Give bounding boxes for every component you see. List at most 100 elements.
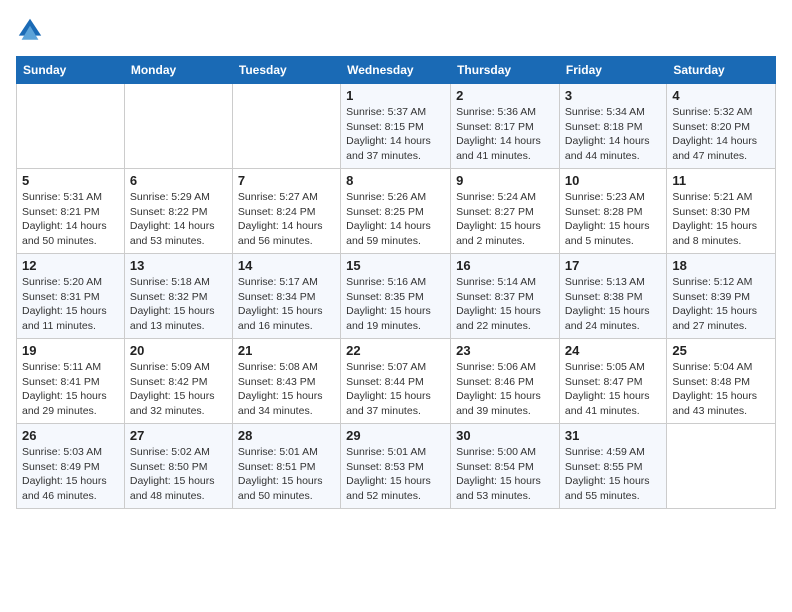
daylight-text: and 24 minutes. — [565, 320, 640, 332]
daylight-text: Daylight: 15 hours — [456, 390, 541, 402]
daylight-text: and 55 minutes. — [565, 490, 640, 502]
daylight-text: and 32 minutes. — [130, 405, 205, 417]
daylight-text: Daylight: 14 hours — [238, 220, 323, 232]
calendar-day-8: 8Sunrise: 5:26 AMSunset: 8:25 PMDaylight… — [341, 169, 451, 254]
day-info: Sunrise: 5:00 AM Sunset: 8:54 PM Daylight:… — [456, 445, 554, 504]
logo-icon — [16, 16, 44, 44]
calendar-day-1: 1Sunrise: 5:37 AMSunset: 8:15 PMDaylight… — [341, 84, 451, 169]
calendar-day-6: 6Sunrise: 5:29 AMSunset: 8:22 PMDaylight… — [124, 169, 232, 254]
daylight-text: Daylight: 15 hours — [672, 305, 757, 317]
calendar-day-24: 24Sunrise: 5:05 AMSunset: 8:47 PMDayligh… — [559, 339, 666, 424]
daylight-text: Daylight: 14 hours — [672, 135, 757, 147]
calendar-day-12: 12Sunrise: 5:20 AMSunset: 8:31 PMDayligh… — [17, 254, 125, 339]
day-number: 25 — [672, 343, 770, 358]
day-number: 15 — [346, 258, 445, 273]
day-number: 7 — [238, 173, 335, 188]
daylight-text: Daylight: 14 hours — [346, 220, 431, 232]
day-number: 10 — [565, 173, 661, 188]
day-info: Sunrise: 5:26 AMSunset: 8:25 PMDaylight:… — [346, 190, 445, 249]
sunset-text: Sunset: 8:41 PM — [22, 376, 100, 388]
weekday-header-row: SundayMondayTuesdayWednesdayThursdayFrid… — [17, 57, 776, 84]
sunset-text: Sunset: 8:20 PM — [672, 121, 750, 133]
calendar-day-5: 5Sunrise: 5:31 AMSunset: 8:21 PMDaylight… — [17, 169, 125, 254]
sunrise-text: Sunrise: 5:23 AM — [565, 191, 645, 203]
sunrise-text: Sunrise: 5:36 AM — [456, 106, 536, 118]
daylight-text: Daylight: 15 hours — [346, 390, 431, 402]
calendar-day-18: 18Sunrise: 5:12 AMSunset: 8:39 PMDayligh… — [667, 254, 776, 339]
day-number: 11 — [672, 173, 770, 188]
logo — [16, 16, 48, 44]
calendar-day-13: 13Sunrise: 5:18 AMSunset: 8:32 PMDayligh… — [124, 254, 232, 339]
sunrise-text: Sunrise: 5:34 AM — [565, 106, 645, 118]
sunset-text: Sunset: 8:48 PM — [672, 376, 750, 388]
daylight-text: Daylight: 15 hours — [346, 305, 431, 317]
day-number: 5 — [22, 173, 119, 188]
weekday-header-saturday: Saturday — [667, 57, 776, 84]
day-number: 4 — [672, 88, 770, 103]
sunset-text: Sunset: 8:22 PM — [130, 206, 208, 218]
sunrise-text: Sunrise: 5:18 AM — [130, 276, 210, 288]
day-info: Sunrise: 5:09 AMSunset: 8:42 PMDaylight:… — [130, 360, 227, 419]
daylight-text: and 53 minutes. — [456, 490, 531, 502]
day-number: 22 — [346, 343, 445, 358]
day-number: 16 — [456, 258, 554, 273]
sunset-text: Sunset: 8:54 PM — [456, 461, 534, 473]
sunrise-text: Sunrise: 5:09 AM — [130, 361, 210, 373]
sunrise-text: Sunrise: 5:21 AM — [672, 191, 752, 203]
daylight-text: Daylight: 15 hours — [456, 305, 541, 317]
daylight-text: Daylight: 15 hours — [565, 305, 650, 317]
daylight-text: and 41 minutes. — [456, 150, 531, 162]
sunset-text: Sunset: 8:49 PM — [22, 461, 100, 473]
daylight-text: and 19 minutes. — [346, 320, 421, 332]
sunrise-text: Sunrise: 5:14 AM — [456, 276, 536, 288]
sunset-text: Sunset: 8:39 PM — [672, 291, 750, 303]
calendar-day-15: 15 Sunrise: 5:16 AMSunset: 8:35 PMDayligh… — [341, 254, 451, 339]
day-info: Sunrise: 5:03 AM Sunset: 8:49 PM Daylight:… — [22, 445, 119, 504]
daylight-text: and 41 minutes. — [565, 405, 640, 417]
daylight-text: and 5 minutes. — [565, 235, 634, 247]
day-number: 2 — [456, 88, 554, 103]
sunset-text: Sunset: 8:27 PM — [456, 206, 534, 218]
day-number: 19 — [22, 343, 119, 358]
calendar-week-row: 26Sunrise: 5:03 AMSunset: 8:49 PMDayligh… — [17, 424, 776, 509]
sunset-text: Sunset: 8:31 PM — [22, 291, 100, 303]
sunrise-text: Sunrise: 5:24 AM — [456, 191, 536, 203]
daylight-text: and 37 minutes. — [346, 150, 421, 162]
day-info: Sunrise: 5:04 AMSunset: 8:48 PMDaylight:… — [672, 360, 770, 419]
day-number: 20 — [130, 343, 227, 358]
weekday-header-thursday: Thursday — [451, 57, 560, 84]
day-number: 18 — [672, 258, 770, 273]
sunset-text: Sunset: 8:15 PM — [346, 121, 424, 133]
daylight-text: and 46 minutes. — [22, 490, 97, 502]
sunset-text: Sunset: 8:42 PM — [130, 376, 208, 388]
day-info: Sunrise: 5:37 AMSunset: 8:15 PMDaylight:… — [346, 105, 445, 164]
day-info: Sunrise: 5:16 AMSunset: 8:35 PMDaylight:… — [346, 275, 445, 334]
calendar-day-26: 26Sunrise: 5:03 AMSunset: 8:49 PMDayligh… — [17, 424, 125, 509]
daylight-text: Daylight: 15 hours — [22, 475, 107, 487]
sunrise-text: Sunrise: 5:05 AM — [565, 361, 645, 373]
day-number: 17 — [565, 258, 661, 273]
day-info: Sunrise: 5:27 AMSunset: 8:24 PMDaylight:… — [238, 190, 335, 249]
empty-cell — [17, 84, 125, 169]
day-number: 6 — [130, 173, 227, 188]
calendar-week-row: 19Sunrise: 5:11 AMSunset: 8:41 PMDayligh… — [17, 339, 776, 424]
daylight-text: Daylight: 15 hours — [238, 390, 323, 402]
weekday-header-friday: Friday — [559, 57, 666, 84]
weekday-header-monday: Monday — [124, 57, 232, 84]
day-number: 30 — [456, 428, 554, 443]
daylight-text: and 50 minutes. — [22, 235, 97, 247]
sunrise-text: Sunrise: 5:16 AM — [346, 276, 426, 288]
day-number: 9 — [456, 173, 554, 188]
daylight-text: Daylight: 15 hours — [456, 475, 541, 487]
sunrise-text: Sunrise: 5:03 AM — [22, 446, 102, 458]
sunset-text: Sunset: 8:46 PM — [456, 376, 534, 388]
day-info: Sunrise: 5:01 AMSunset: 8:51 PMDaylight:… — [238, 445, 335, 504]
sunset-text: Sunset: 8:55 PM — [565, 461, 643, 473]
daylight-text: Daylight: 15 hours — [565, 390, 650, 402]
sunrise-text: Sunrise: 5:27 AM — [238, 191, 318, 203]
daylight-text: and 11 minutes. — [22, 320, 96, 332]
sunrise-text: Sunrise: 5:00 AM — [456, 446, 536, 458]
day-info: Sunrise: 5:21 AMSunset: 8:30 PMDaylight:… — [672, 190, 770, 249]
calendar-day-22: 22Sunrise: 5:07 AMSunset: 8:44 PMDayligh… — [341, 339, 451, 424]
daylight-text: Daylight: 14 hours — [346, 135, 431, 147]
